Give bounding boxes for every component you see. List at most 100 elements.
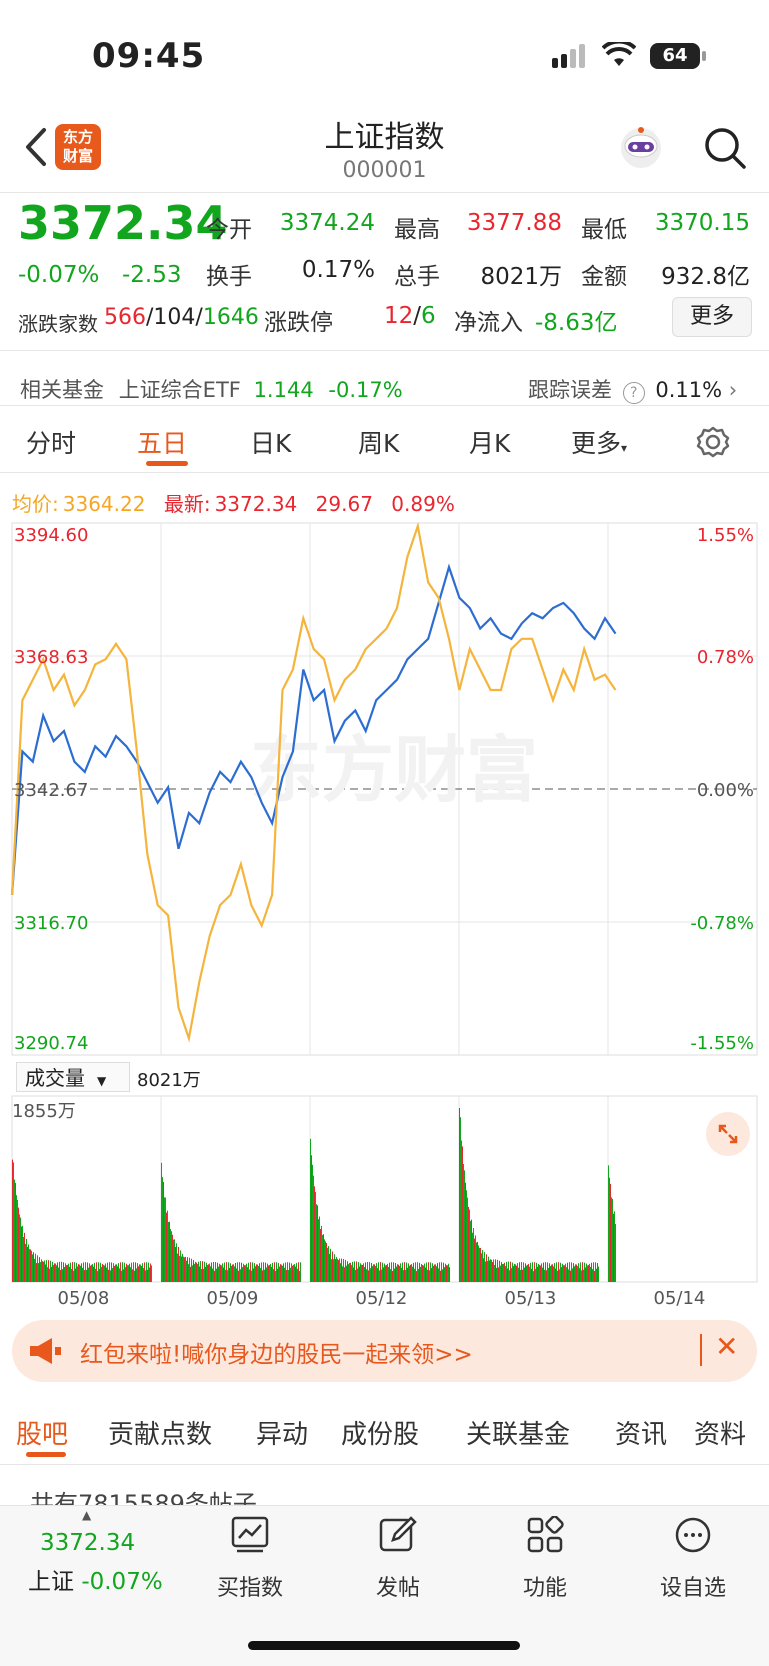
volume-bar	[266, 1267, 267, 1282]
avg-label: 均价:	[12, 492, 59, 516]
volume-bar	[311, 1155, 312, 1282]
volume-bar	[255, 1266, 256, 1282]
fund-price: 1.144	[253, 378, 314, 402]
volume-bar	[98, 1262, 99, 1282]
volume-bar	[531, 1268, 532, 1282]
tab-weekly-k[interactable]: 周K	[358, 424, 399, 460]
volume-bar	[583, 1269, 584, 1282]
tab-guba[interactable]: 股吧	[16, 1414, 68, 1451]
tab-constituents[interactable]: 成份股	[341, 1414, 419, 1451]
volume-bar	[235, 1263, 236, 1282]
volume-bar	[473, 1228, 474, 1282]
volume-bar	[181, 1256, 182, 1282]
fund-name: 上证综合ETF	[118, 378, 241, 402]
volume-bar	[518, 1267, 519, 1282]
volume-bar	[578, 1263, 579, 1282]
volume-bar	[398, 1264, 399, 1282]
volume-bar	[236, 1268, 237, 1282]
volume-bar	[321, 1225, 322, 1282]
banner-divider	[700, 1334, 702, 1366]
tab-related-funds[interactable]: 关联基金	[466, 1414, 570, 1451]
volume-bar	[354, 1261, 355, 1282]
tab-five-day[interactable]: 五日	[137, 424, 187, 460]
more-button[interactable]: 更多	[672, 297, 752, 337]
volume-bar	[382, 1262, 383, 1282]
volume-bar	[371, 1262, 372, 1282]
functions-button[interactable]: 功能	[495, 1516, 595, 1606]
volume-bar	[314, 1186, 315, 1282]
volume-bar	[491, 1259, 492, 1282]
volume-bar	[446, 1265, 447, 1282]
tab-more-label: 更多	[571, 429, 622, 458]
volume-bar	[208, 1264, 209, 1282]
volume-bar	[561, 1267, 562, 1282]
volume-bar	[533, 1271, 534, 1282]
tab-movements[interactable]: 异动	[256, 1414, 308, 1451]
volume-bar	[579, 1268, 580, 1282]
volume-bar	[171, 1231, 172, 1282]
volume-bar	[485, 1261, 486, 1282]
edit-icon	[379, 1516, 417, 1552]
search-button[interactable]	[703, 126, 747, 170]
tab-contribution[interactable]: 贡献点数	[108, 1414, 212, 1451]
volume-bar	[143, 1268, 144, 1282]
volume-bar	[370, 1268, 371, 1282]
tab-profile[interactable]: 资料	[694, 1414, 746, 1451]
volume-bar	[38, 1263, 39, 1282]
close-icon[interactable]: ✕	[715, 1330, 738, 1363]
volume-bar	[595, 1262, 596, 1282]
tab-daily-k[interactable]: 日K	[250, 424, 291, 460]
tab-more[interactable]: 更多▾	[571, 424, 627, 460]
volume-bar	[550, 1265, 551, 1282]
volume-bar	[469, 1209, 470, 1282]
add-watchlist-button[interactable]: 设自选	[643, 1516, 743, 1606]
volume-bar	[198, 1261, 199, 1282]
volume-bar	[508, 1261, 509, 1282]
volume-bar	[124, 1262, 125, 1282]
five-day-chart[interactable]: 东方财富 3394.60 1.55%3368.63 0.78%3342.67 0.00…	[0, 515, 769, 1060]
promo-banner[interactable]: 红包来啦!喊你身边的股民一起来领>> ✕	[12, 1320, 757, 1382]
volume-bar	[356, 1261, 357, 1282]
volume-bar	[582, 1262, 583, 1282]
volume-bar	[526, 1265, 527, 1282]
tab-news[interactable]: 资讯	[615, 1414, 667, 1451]
volume-bar	[222, 1263, 223, 1282]
volume-bar	[323, 1234, 324, 1282]
volume-bar	[347, 1261, 348, 1282]
fund-row[interactable]: 相关基金 上证综合ETF 1.144 -0.17%	[20, 374, 403, 404]
robot-assistant-icon[interactable]	[615, 122, 667, 174]
indicator-select[interactable]: 成交量 ▼	[16, 1062, 130, 1092]
volume-bar	[330, 1248, 331, 1282]
volume-bar	[316, 1204, 317, 1282]
volume-bar	[580, 1262, 581, 1282]
post-button[interactable]: 发帖	[348, 1516, 448, 1606]
settings-gear-icon[interactable]	[696, 425, 730, 463]
volume-bar	[293, 1264, 294, 1282]
volume-bar	[259, 1263, 260, 1282]
open-value: 3374.24	[279, 210, 375, 236]
volume-bar	[549, 1263, 550, 1282]
volume-bar	[425, 1267, 426, 1282]
volume-bar	[166, 1212, 167, 1282]
volume-bar	[523, 1262, 524, 1282]
volume-bar	[352, 1261, 353, 1282]
volume-chart[interactable]: 1855万 05/08 05/09 05/12 05/13 05/14	[0, 1090, 769, 1308]
buy-index-label: 买指数	[216, 1576, 283, 1601]
volume-bar	[401, 1267, 402, 1282]
volume-bar	[387, 1263, 388, 1282]
expand-button[interactable]	[706, 1112, 750, 1156]
buy-index-button[interactable]: 买指数	[200, 1516, 300, 1606]
volume-bar	[443, 1262, 444, 1282]
volume-bar	[263, 1262, 264, 1282]
tab-intraday[interactable]: 分时	[26, 424, 76, 460]
volume-bar	[591, 1262, 592, 1282]
volume-bar	[493, 1259, 494, 1282]
volume-bar	[412, 1266, 413, 1282]
volume-bar	[515, 1264, 516, 1282]
bar-change: -0.07%	[81, 1569, 163, 1595]
tracking-error[interactable]: 跟踪误差 ? 0.11% ›	[528, 374, 737, 404]
tab-monthly-k[interactable]: 月K	[469, 424, 510, 460]
change-value: -2.53	[122, 262, 182, 288]
volume-bar	[214, 1270, 215, 1282]
volume-bar	[587, 1265, 588, 1282]
